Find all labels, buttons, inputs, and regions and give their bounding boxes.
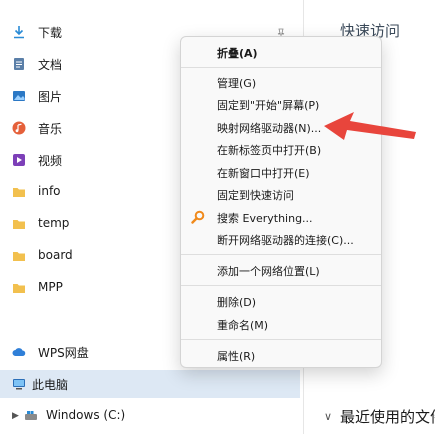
everything-search-icon — [191, 210, 205, 224]
chevron-right-icon[interactable]: ▶ — [12, 411, 19, 421]
nav-item-label: 图片 — [38, 90, 63, 104]
menu-item-label: 固定到快速访问 — [217, 189, 294, 202]
menu-item-label: 重命名(M) — [217, 319, 269, 332]
nav-item-label: 文档 — [38, 58, 63, 72]
picture-icon — [13, 91, 25, 101]
menu-item-label: 在新窗口中打开(E) — [217, 167, 310, 180]
menu-item-label: 断开网络驱动器的连接(C)... — [217, 234, 354, 247]
folder-icon — [13, 284, 25, 293]
menu-item-label: 添加一个网络位置(L) — [217, 265, 320, 278]
recent-files-header[interactable]: 最近使用的文件 — [340, 406, 435, 427]
nav-item-label: 视频 — [38, 154, 63, 168]
nav-item-label: WPS网盘 — [38, 346, 89, 360]
menu-item-label: 折叠(A) — [217, 47, 258, 60]
menu-item-disconnect-network-drive[interactable]: 断开网络驱动器的连接(C)... — [181, 228, 381, 250]
menu-item-pin-quick-access[interactable]: 固定到快速访问 — [181, 183, 381, 205]
nav-item-label: MPP — [38, 280, 63, 294]
nav-item-this-pc[interactable]: 此电脑 — [0, 370, 300, 398]
menu-item-search-everything[interactable]: 搜索 Everything... — [181, 206, 381, 228]
menu-item-label: 删除(D) — [217, 296, 257, 309]
computer-icon — [13, 379, 25, 390]
menu-separator — [181, 339, 381, 340]
document-icon — [14, 58, 24, 70]
nav-item-windows-c[interactable]: ▶ Windows (C:) — [6, 402, 296, 430]
download-icon — [14, 26, 24, 39]
menu-item-delete[interactable]: 删除(D) — [181, 290, 381, 312]
menu-item-label: 属性(R) — [217, 350, 256, 363]
chevron-down-icon[interactable]: ∨ — [324, 410, 332, 423]
menu-item-rename[interactable]: 重命名(M) — [181, 313, 381, 335]
folder-icon — [13, 220, 25, 229]
menu-item-label: 搜索 Everything... — [217, 212, 313, 225]
nav-item-label: 音乐 — [38, 122, 63, 136]
menu-separator — [181, 254, 381, 255]
music-icon — [12, 121, 26, 135]
menu-item-open-new-window[interactable]: 在新窗口中打开(E) — [181, 161, 381, 183]
nav-item-label: board — [38, 248, 73, 262]
menu-item-add-network-location[interactable]: 添加一个网络位置(L) — [181, 259, 381, 281]
drive-icon — [25, 411, 37, 420]
annotation-arrow-icon — [324, 112, 416, 140]
nav-item-label: temp — [38, 216, 70, 230]
context-menu: 折叠(A) 管理(G) 固定到"开始"屏幕(P) 映射网络驱动器(N)... 在… — [180, 36, 382, 368]
menu-item-manage[interactable]: 管理(G) — [181, 71, 381, 93]
menu-item-collapse[interactable]: 折叠(A) — [181, 41, 381, 63]
folder-icon — [13, 252, 25, 261]
nav-item-label: 下载 — [38, 26, 63, 40]
menu-item-label: 在新标签页中打开(B) — [217, 144, 322, 157]
video-icon — [13, 154, 25, 166]
nav-item-label: info — [38, 184, 61, 198]
menu-item-label: 固定到"开始"屏幕(P) — [217, 99, 320, 112]
menu-separator — [181, 285, 381, 286]
menu-item-properties[interactable]: 属性(R) — [181, 344, 381, 366]
menu-item-label: 映射网络驱动器(N)... — [217, 122, 322, 135]
menu-separator — [181, 67, 381, 68]
nav-item-label: 此电脑 — [32, 378, 69, 392]
nav-item-label: Windows (C:) — [46, 408, 126, 422]
menu-item-label: 管理(G) — [217, 77, 257, 90]
cloud-icon — [12, 348, 26, 356]
folder-icon — [13, 188, 25, 197]
